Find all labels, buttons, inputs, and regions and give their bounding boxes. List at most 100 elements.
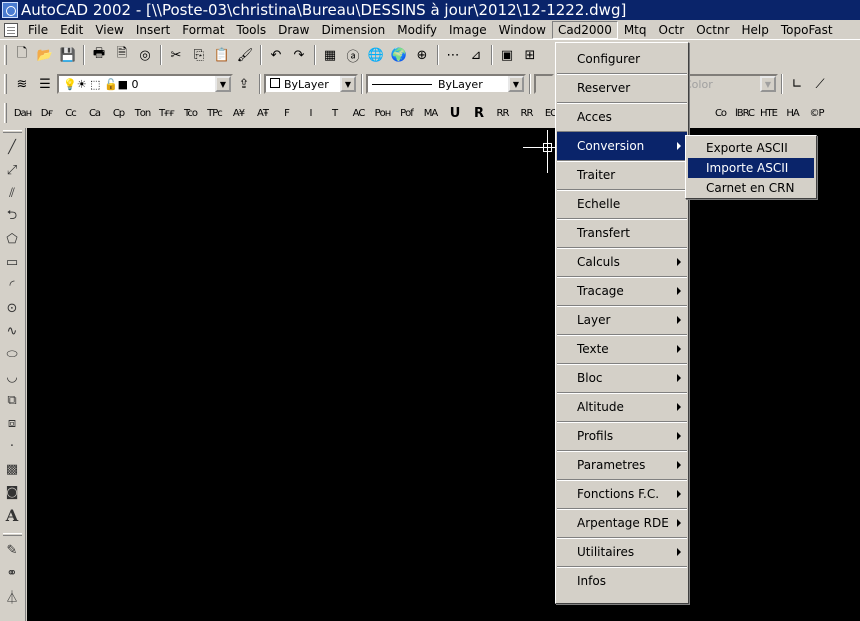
hyperlink-icon[interactable]: ⓐ: [342, 44, 364, 66]
menu-insert[interactable]: Insert: [130, 21, 176, 39]
layers-icon[interactable]: ≋: [11, 73, 33, 95]
arc-icon[interactable]: ◜: [0, 274, 24, 297]
tool-co-icon[interactable]: Co: [709, 102, 732, 124]
menu-item-bloc[interactable]: Bloc: [557, 364, 687, 393]
menu-item-reserver[interactable]: Reserver: [557, 74, 687, 103]
make-block-icon[interactable]: ⧈: [0, 412, 24, 435]
line-icon[interactable]: ╱: [0, 136, 24, 159]
mirror-icon[interactable]: ⏃: [0, 585, 24, 608]
menu-image[interactable]: Image: [443, 21, 493, 39]
network-icon[interactable]: ⊕: [411, 44, 433, 66]
paste-icon[interactable]: 📋: [211, 44, 233, 66]
menu-item-profils[interactable]: Profils: [557, 422, 687, 451]
menu-topofast[interactable]: TopoFast: [775, 21, 839, 39]
tool-ay-icon[interactable]: A¥: [227, 102, 250, 124]
menu-cad2000[interactable]: Cad2000: [551, 20, 618, 39]
tool-ma-icon[interactable]: MA: [419, 102, 442, 124]
menu-item-altitude[interactable]: Altitude: [557, 393, 687, 422]
menu-item-parametres[interactable]: Parametres: [557, 451, 687, 480]
circle-icon[interactable]: ⊙: [0, 297, 24, 320]
menu-edit[interactable]: Edit: [54, 21, 89, 39]
erase-icon[interactable]: ✎: [0, 539, 24, 562]
design-center-icon[interactable]: ▦: [319, 44, 341, 66]
tool-u-icon[interactable]: U: [443, 102, 466, 124]
cut-icon[interactable]: ✂: [165, 44, 187, 66]
angle-icon[interactable]: ∟: [786, 73, 808, 95]
region-icon[interactable]: ◙: [0, 481, 24, 504]
submenu-item-carnet-en-crn[interactable]: Carnet en CRN: [688, 178, 814, 198]
submenu-item-exporte-ascii[interactable]: Exporte ASCII: [688, 138, 814, 158]
tool-r-icon[interactable]: R: [467, 102, 490, 124]
document-icon[interactable]: [4, 22, 18, 37]
tool-hte-icon[interactable]: HTE: [757, 102, 780, 124]
linetype-combo[interactable]: ByLayer ▼: [366, 74, 526, 94]
ucs-axis-icon[interactable]: ⟋: [809, 73, 831, 95]
multiline-icon[interactable]: ⫽: [0, 182, 24, 205]
toolbar-grip[interactable]: [4, 103, 7, 123]
menu-item-traiter[interactable]: Traiter: [557, 161, 687, 190]
tool-pof-icon[interactable]: Pоf: [395, 102, 418, 124]
toolbar-grip[interactable]: [3, 130, 22, 133]
tool-ca-icon[interactable]: Cа: [83, 102, 106, 124]
menu-draw[interactable]: Draw: [272, 21, 315, 39]
ellipse-arc-icon[interactable]: ◡: [0, 366, 24, 389]
tool-tco-icon[interactable]: Tco: [179, 102, 202, 124]
plot-style-combo[interactable]: Color ▼: [678, 74, 778, 94]
open-folder-icon[interactable]: 📂: [34, 44, 56, 66]
color-combo[interactable]: ByLayer ▼: [264, 74, 358, 94]
chevron-down-icon[interactable]: ▼: [508, 76, 524, 92]
match-properties-icon[interactable]: 🖌: [234, 44, 256, 66]
save-icon[interactable]: 💾: [57, 44, 79, 66]
pan-icon[interactable]: ⊞: [519, 44, 541, 66]
toolbar-grip[interactable]: [4, 74, 7, 94]
submenu-item-importe-ascii[interactable]: Importe ASCII: [688, 158, 814, 178]
layer-stack-icon[interactable]: ☰: [34, 73, 56, 95]
menu-item-layer[interactable]: Layer: [557, 306, 687, 335]
menu-item-calculs[interactable]: Calculs: [557, 248, 687, 277]
menu-file[interactable]: File: [22, 21, 54, 39]
menu-item-conversion[interactable]: Conversion: [557, 132, 687, 161]
tool-cp2-icon[interactable]: ©P: [805, 102, 828, 124]
polygon-icon[interactable]: ⬠: [0, 228, 24, 251]
menu-item-configurer[interactable]: Configurer: [557, 45, 687, 74]
menu-item-arpentage-rde[interactable]: Arpentage RDE: [557, 509, 687, 538]
menu-help[interactable]: Help: [736, 21, 775, 39]
multiline-text-icon[interactable]: A: [0, 504, 24, 527]
menu-octnr[interactable]: Octnr: [690, 21, 735, 39]
menu-mtq[interactable]: Mtq: [618, 21, 653, 39]
menu-item-tracage[interactable]: Tracage: [557, 277, 687, 306]
menu-item-echelle[interactable]: Echelle: [557, 190, 687, 219]
make-layer-current-icon[interactable]: ⇪: [233, 73, 255, 95]
menu-window[interactable]: Window: [493, 21, 552, 39]
menu-modify[interactable]: Modify: [391, 21, 443, 39]
menu-format[interactable]: Format: [176, 21, 230, 39]
copy-object-icon[interactable]: ⚭: [0, 562, 24, 585]
menu-item-transfert[interactable]: Transfert: [557, 219, 687, 248]
redo-icon[interactable]: ↷: [288, 44, 310, 66]
menu-item-infos[interactable]: Infos: [557, 567, 687, 596]
tool-cc-icon[interactable]: Cc: [59, 102, 82, 124]
tool-rr-icon[interactable]: RR: [491, 102, 514, 124]
zoom-icon[interactable]: ▣: [496, 44, 518, 66]
menu-item-utilitaires[interactable]: Utilitaires: [557, 538, 687, 567]
layer-combo[interactable]: 💡☀ ⬚ 🔓■ 0 ▼: [57, 74, 233, 94]
tool-pon-icon[interactable]: Pон: [371, 102, 394, 124]
spell-check-icon[interactable]: ◎: [134, 44, 156, 66]
menu-tools[interactable]: Tools: [231, 21, 273, 39]
ellipse-icon[interactable]: ⬭: [0, 343, 24, 366]
copy-icon[interactable]: ⎘: [188, 44, 210, 66]
menu-item-acces[interactable]: Acces: [557, 103, 687, 132]
hatch-icon[interactable]: ▩: [0, 458, 24, 481]
tool-i-icon[interactable]: I: [299, 102, 322, 124]
tool-df-icon[interactable]: Dғ: [35, 102, 58, 124]
print-icon[interactable]: 🖶: [88, 44, 110, 66]
spline-icon[interactable]: ∿: [0, 320, 24, 343]
toolbar-grip[interactable]: [4, 45, 7, 65]
snap-icon[interactable]: ⊿: [465, 44, 487, 66]
drawing-canvas[interactable]: [27, 128, 860, 621]
ucs-icon[interactable]: ⋯: [442, 44, 464, 66]
tool-brc-icon[interactable]: lBRC: [733, 102, 756, 124]
toolbar-grip[interactable]: [3, 533, 22, 536]
chevron-down-icon[interactable]: ▼: [215, 76, 231, 92]
tool-tff-icon[interactable]: Tғғ: [155, 102, 178, 124]
